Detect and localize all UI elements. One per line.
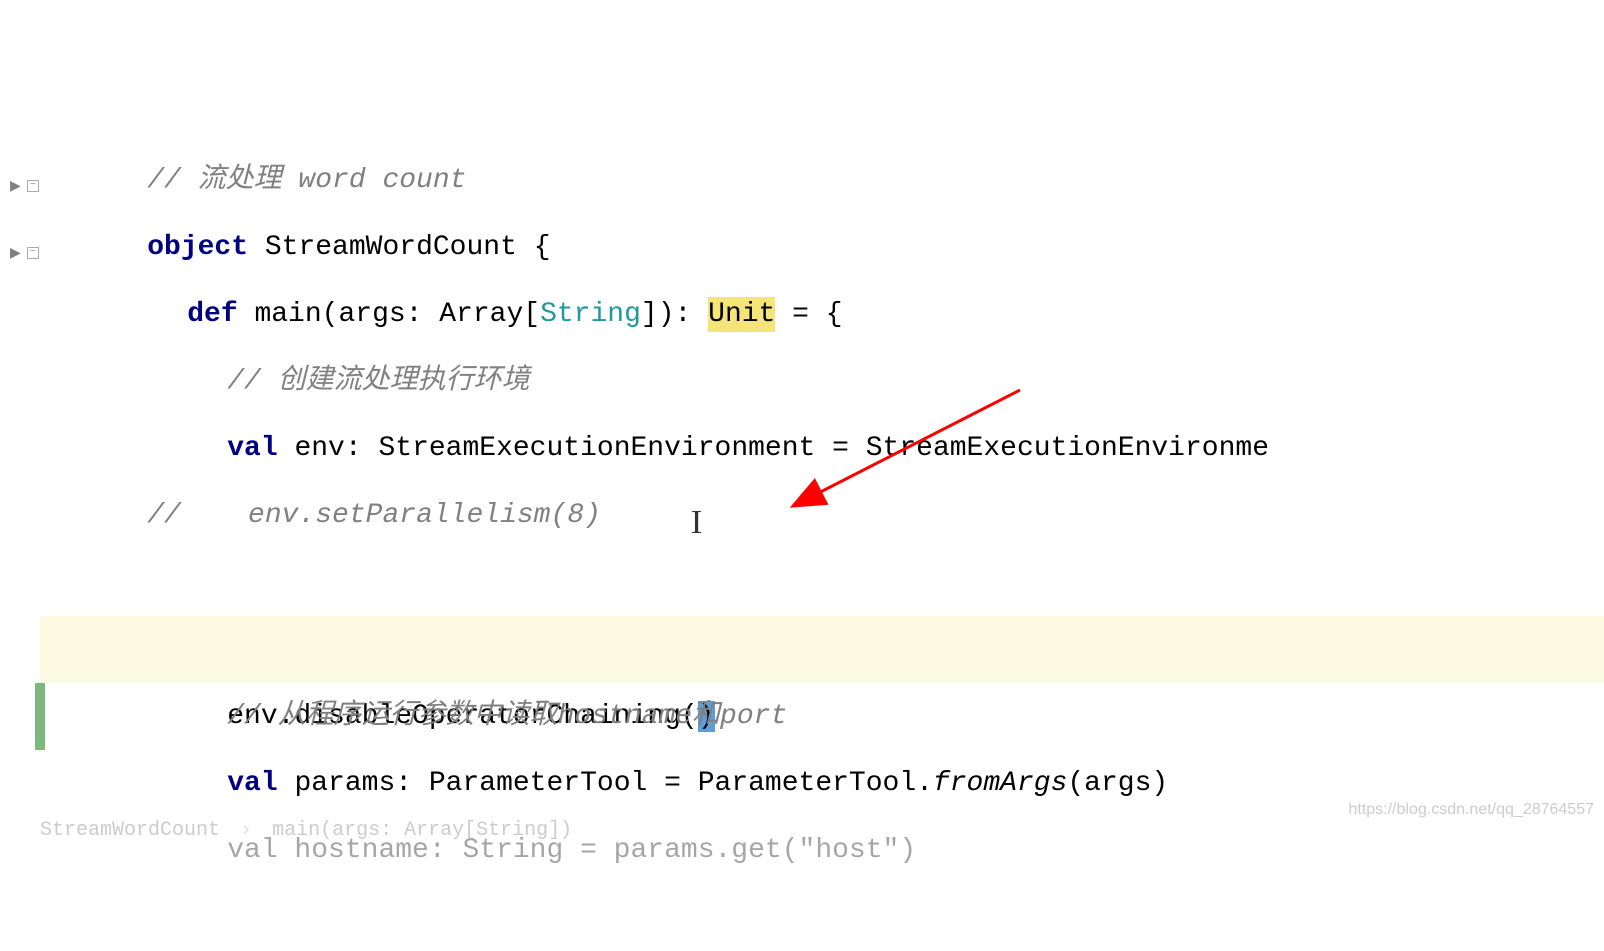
breadcrumb-item[interactable]: StreamWordCount <box>40 819 220 842</box>
code-line[interactable]: def main(args: Array[String]): Unit = { <box>40 214 1604 281</box>
code-line[interactable]: // env.setParallelism(8) <box>40 415 1604 482</box>
code-line[interactable]: object StreamWordCount { <box>40 147 1604 214</box>
code-line[interactable]: val params: ParameterTool = ParameterToo… <box>40 683 1604 750</box>
breadcrumb-item[interactable]: main(args: Array[String]) <box>272 819 572 842</box>
chevron-right-icon: › <box>240 819 252 842</box>
code-editor[interactable]: ▶ − ▶ − // 流处理 word count object StreamW… <box>0 0 1604 817</box>
code-line[interactable]: // 流处理 word count <box>40 80 1604 147</box>
run-icon[interactable]: ▶ <box>10 178 28 196</box>
code-line[interactable]: val env: StreamExecutionEnvironment = St… <box>40 348 1604 415</box>
watermark-text: https://blog.csdn.net/qq_28764557 <box>1348 801 1594 819</box>
collapse-icon[interactable]: − <box>27 247 39 259</box>
code-line[interactable]: // 从程序运行参数中读取hostname和port <box>40 616 1604 683</box>
gutter: ▶ − ▶ − <box>0 0 40 817</box>
code-line[interactable]: // 创建流处理执行环境 <box>40 281 1604 348</box>
code-line-blank[interactable] <box>40 549 1604 616</box>
run-icon[interactable]: ▶ <box>10 245 28 263</box>
code-line-current[interactable]: env.disableOperatorChaining() <box>40 482 1604 549</box>
collapse-icon[interactable]: − <box>27 180 39 192</box>
breadcrumb[interactable]: StreamWordCount › main(args: Array[Strin… <box>40 815 572 847</box>
